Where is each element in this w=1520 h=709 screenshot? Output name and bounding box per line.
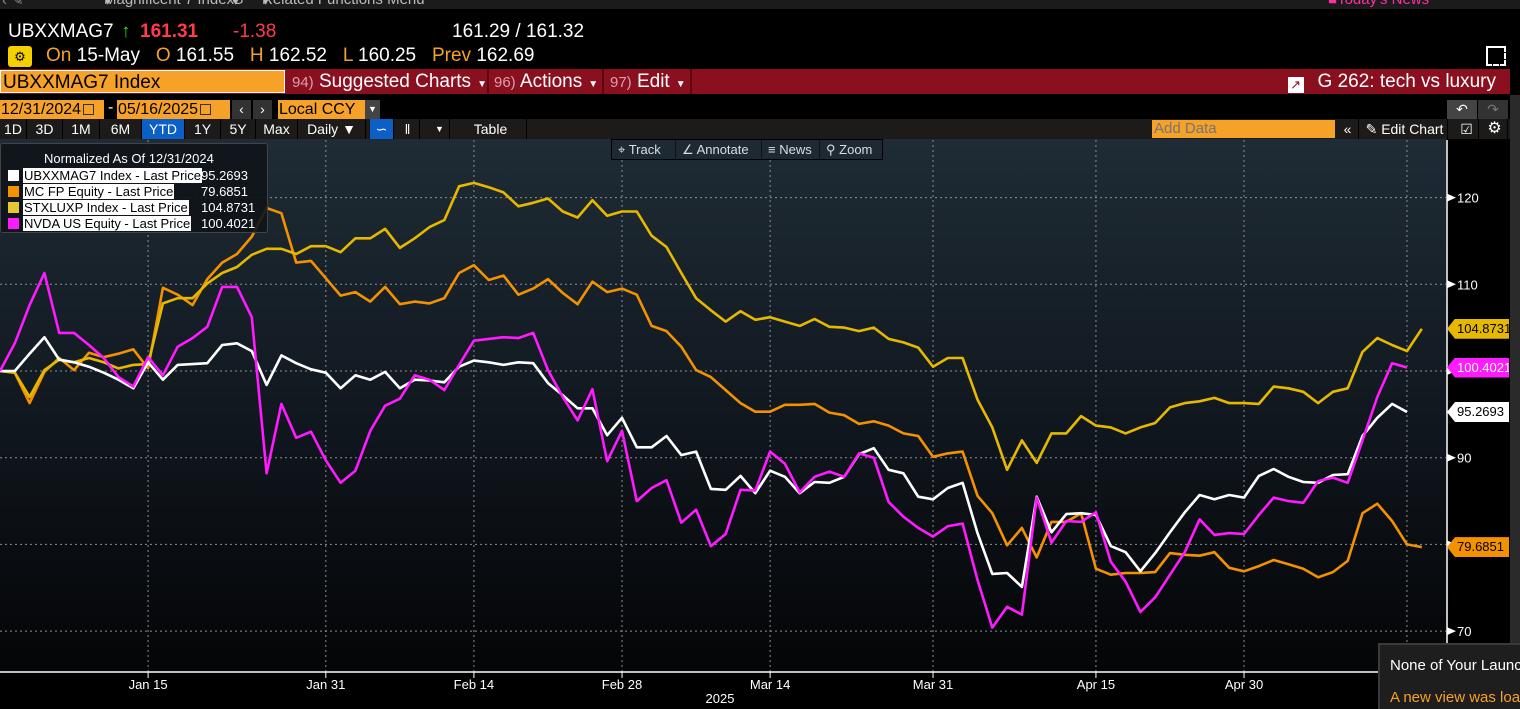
- y-tick-mark: [1447, 280, 1456, 289]
- x-tick-label: Apr 15: [1077, 677, 1115, 692]
- swatch-white: [8, 170, 19, 181]
- legend-value: 104.8731: [201, 200, 256, 215]
- annotate-button[interactable]: ∠ Annotate: [676, 140, 762, 159]
- x-tick-label: Feb 14: [454, 677, 494, 692]
- crosshair-icon: ⌖: [618, 142, 626, 157]
- legend-item-ubxxmag7[interactable]: UBXXMAG7 Index - Last Price: [8, 168, 203, 184]
- y-tick-label: 90: [1457, 451, 1471, 466]
- zoom-button[interactable]: ⚲ Zoom: [820, 140, 882, 159]
- y-tick-label: 70: [1457, 624, 1471, 639]
- x-tick-label: Feb 28: [602, 677, 642, 692]
- last-value-tag: 100.4021: [1447, 357, 1509, 378]
- y-tick-label: 120: [1457, 191, 1479, 206]
- track-button[interactable]: ⌖ Track: [612, 140, 676, 159]
- legend-value: 100.4021: [201, 216, 256, 231]
- swatch-yellow: [8, 202, 19, 213]
- x-tick-label: Mar 14: [750, 677, 790, 692]
- magnifier-icon: ⚲: [826, 142, 836, 157]
- x-tick-label: Jan 15: [129, 677, 168, 692]
- news-button[interactable]: ≡ News: [762, 140, 820, 159]
- y-tick-mark: [1447, 627, 1456, 636]
- legend-item-mc-fp[interactable]: MC FP Equity - Last Price: [8, 184, 175, 200]
- swatch-orange: [8, 186, 19, 197]
- last-value-tag: 95.2693: [1447, 402, 1509, 422]
- x-tick-label: Apr 30: [1225, 677, 1263, 692]
- y-tick-mark: [1447, 453, 1456, 462]
- last-value-tag: 79.6851: [1447, 537, 1509, 558]
- x-tick-label: Mar 31: [913, 677, 953, 692]
- chart-legend[interactable]: Normalized As Of 12/31/2024 UBXXMAG7 Ind…: [0, 143, 268, 233]
- legend-value: 79.6851: [201, 184, 248, 199]
- x-year-label: 2025: [706, 691, 735, 706]
- series-line-mc: [0, 206, 1423, 579]
- popup-message: A new view was loaded: [1390, 689, 1520, 706]
- last-value-tag: 104.8731: [1447, 318, 1509, 339]
- popup-title: None of Your Launchpad: [1390, 657, 1520, 674]
- legend-item-nvda[interactable]: NVDA US Equity - Last Price: [8, 216, 192, 232]
- y-tick-mark: [1447, 193, 1456, 202]
- news-icon: ≡: [768, 142, 776, 157]
- line-chart: 708090100110120Jan 15Jan 31Feb 14Feb 28M…: [0, 140, 1479, 706]
- x-tick-label: Jan 31: [306, 677, 345, 692]
- swatch-magenta: [8, 218, 19, 229]
- legend-title: Normalized As Of 12/31/2024: [44, 151, 214, 166]
- legend-value: 95.2693: [201, 168, 248, 183]
- notification-popup[interactable]: None of Your Launchpad A new view was lo…: [1378, 643, 1520, 709]
- y-tick-label: 110: [1457, 277, 1478, 292]
- legend-item-stxluxp[interactable]: STXLUXP Index - Last Price: [8, 200, 189, 216]
- series-line-nvda: [0, 271, 1408, 629]
- pencil-icon: ∠: [682, 142, 694, 157]
- chart-tools-bar: ⌖ Track ∠ Annotate ≡ News ⚲ Zoom: [611, 139, 883, 160]
